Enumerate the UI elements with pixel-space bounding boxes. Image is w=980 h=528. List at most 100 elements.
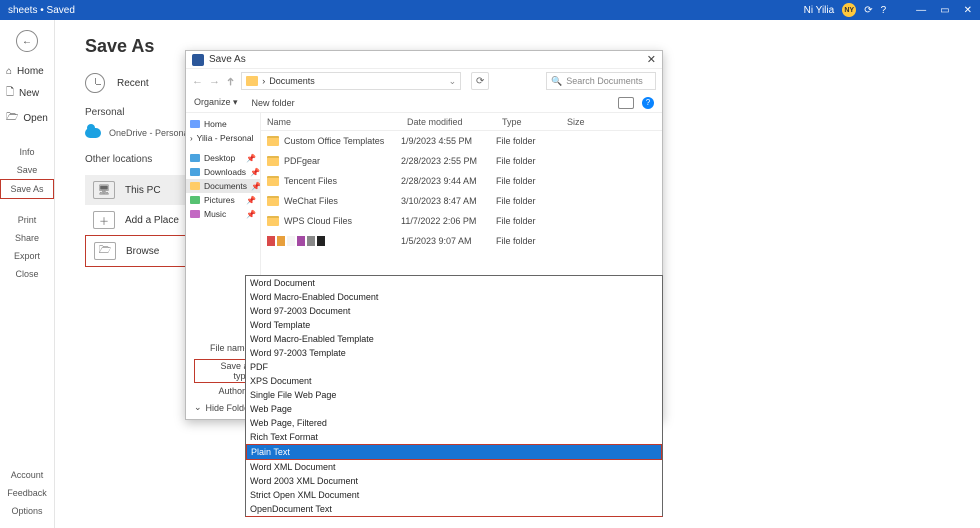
nav-options[interactable]: Options (0, 502, 54, 520)
doc-title: sheets • Saved (8, 5, 75, 16)
titlebar: sheets • Saved Ni Yilia NY ⟳ ? — ▭ ✕ (0, 0, 980, 20)
col-name[interactable]: Name (261, 117, 401, 127)
dropdown-item[interactable]: Word XML Document (246, 460, 662, 474)
file-row[interactable]: Tencent Files2/28/2023 9:44 AMFile folde… (261, 171, 662, 191)
nav-open[interactable]: 🗁Open (0, 106, 54, 131)
nav-feedback[interactable]: Feedback (0, 484, 54, 502)
nav-save-as[interactable]: Save As (0, 179, 54, 199)
clock-icon (85, 73, 105, 93)
folder-icon (267, 136, 279, 146)
dropdown-item[interactable]: Word 97-2003 Document (246, 304, 662, 318)
dropdown-item[interactable]: Word Template (246, 318, 662, 332)
search-input[interactable]: 🔍 Search Documents (546, 72, 656, 90)
search-icon: 🔍 (551, 76, 562, 87)
pin-icon: 📌 (250, 168, 260, 177)
pin-icon: 📌 (246, 154, 256, 163)
pin-icon: 📌 (246, 210, 256, 219)
file-row[interactable]: 1/5/2023 9:07 AM File folder (261, 231, 662, 251)
file-row[interactable]: PDFgear2/28/2023 2:55 PMFile folder (261, 151, 662, 171)
nav-print[interactable]: Print (0, 211, 54, 229)
dropdown-item[interactable]: OpenDocument Text (246, 502, 662, 516)
nav-share[interactable]: Share (0, 229, 54, 247)
nav-close[interactable]: Close (0, 265, 54, 283)
minimize-button[interactable]: — (916, 5, 926, 16)
dropdown-item[interactable]: Word Document (246, 276, 662, 290)
nav-back-button[interactable]: ← (192, 75, 203, 87)
dropdown-item[interactable]: Single File Web Page (246, 388, 662, 402)
file-row[interactable]: Custom Office Templates1/9/2023 4:55 PMF… (261, 131, 662, 151)
pin-icon: 📌 (246, 196, 256, 205)
file-list-header[interactable]: Name Date modified Type Size (261, 113, 662, 131)
backstage-nav: ← ⌂Home 🗋New 🗁Open Info Save Save As Pri… (0, 20, 55, 528)
desktop-icon (190, 154, 200, 162)
dropdown-item[interactable]: Web Page, Filtered (246, 416, 662, 430)
pictures-icon (190, 196, 200, 204)
folder-icon (267, 156, 279, 166)
nav-account[interactable]: Account (0, 466, 54, 484)
help-button[interactable]: ? (642, 97, 654, 109)
dropdown-item[interactable]: Word 97-2003 Template (246, 346, 662, 360)
np-personal[interactable]: ›Yilia - Personal (186, 131, 260, 145)
nav-new[interactable]: 🗋New (0, 81, 54, 106)
pc-icon: 🖥 (93, 181, 115, 199)
dropdown-item[interactable]: Plain Text (246, 444, 662, 460)
nav-up-button[interactable]: ➜ (224, 76, 237, 85)
chevron-down-icon: ⌄ (194, 402, 202, 413)
np-pictures[interactable]: Pictures📌 (186, 193, 260, 207)
np-downloads[interactable]: Downloads📌 (186, 165, 260, 179)
dialog-close-button[interactable]: ✕ (647, 53, 656, 66)
nav-info[interactable]: Info (0, 143, 54, 161)
chevron-down-icon[interactable]: ⌄ (449, 76, 457, 87)
word-icon (192, 54, 204, 66)
file-row[interactable]: WPS Cloud Files11/7/2022 2:06 PMFile fol… (261, 211, 662, 231)
np-desktop[interactable]: Desktop📌 (186, 151, 260, 165)
open-icon: 🗁 (6, 110, 18, 127)
organize-button[interactable]: Organize ▾ (194, 97, 238, 108)
sync-icon[interactable]: ⟳ (864, 5, 872, 16)
dropdown-item[interactable]: Word Macro-Enabled Document (246, 290, 662, 304)
path-location: Documents (269, 76, 315, 86)
help-icon[interactable]: ? (881, 5, 887, 16)
view-button[interactable] (618, 97, 634, 109)
new-icon: 🗋 (6, 85, 14, 102)
close-button[interactable]: ✕ (964, 5, 972, 16)
dropdown-item[interactable]: Word Macro-Enabled Template (246, 332, 662, 346)
pin-icon: 📌 (251, 182, 261, 191)
dropdown-item[interactable]: Word 2003 XML Document (246, 474, 662, 488)
nav-home[interactable]: ⌂Home (0, 62, 54, 81)
nav-save[interactable]: Save (0, 161, 54, 179)
dropdown-item[interactable]: Strict Open XML Document (246, 488, 662, 502)
nav-forward-button[interactable]: → (209, 75, 220, 87)
onedrive-icon (85, 128, 101, 138)
file-row[interactable]: WeChat Files3/10/2023 8:47 AMFile folder (261, 191, 662, 211)
col-type[interactable]: Type (496, 117, 561, 127)
home-icon: ⌂ (6, 66, 12, 77)
new-folder-button[interactable]: New folder (252, 98, 295, 108)
music-icon (190, 210, 200, 218)
user-area[interactable]: Ni Yilia NY ⟳ ? (804, 3, 887, 17)
folder-icon (267, 176, 279, 186)
np-music[interactable]: Music📌 (186, 207, 260, 221)
avatar[interactable]: NY (842, 3, 856, 17)
col-date[interactable]: Date modified (401, 117, 496, 127)
dropdown-item[interactable]: Web Page (246, 402, 662, 416)
dropdown-item[interactable]: XPS Document (246, 374, 662, 388)
maximize-button[interactable]: ▭ (940, 5, 949, 16)
path-bar[interactable]: › Documents ⌄ (241, 72, 461, 90)
browse-icon: 🗁 (94, 242, 116, 260)
refresh-button[interactable]: ⟳ (471, 72, 489, 90)
dropdown-item[interactable]: Rich Text Format (246, 430, 662, 444)
np-documents[interactable]: Documents📌 (186, 179, 260, 193)
col-size[interactable]: Size (561, 117, 611, 127)
savetype-dropdown[interactable]: Word DocumentWord Macro-Enabled Document… (245, 275, 663, 517)
documents-icon (190, 182, 200, 190)
np-home[interactable]: Home (186, 117, 260, 131)
dialog-titlebar: Save As ✕ (186, 51, 662, 69)
dropdown-item[interactable]: PDF (246, 360, 662, 374)
dialog-title: Save As (209, 54, 647, 65)
user-name: Ni Yilia (804, 5, 835, 16)
home-icon (190, 120, 200, 128)
nav-export[interactable]: Export (0, 247, 54, 265)
back-button[interactable]: ← (16, 30, 38, 52)
folder-icon (246, 76, 258, 86)
